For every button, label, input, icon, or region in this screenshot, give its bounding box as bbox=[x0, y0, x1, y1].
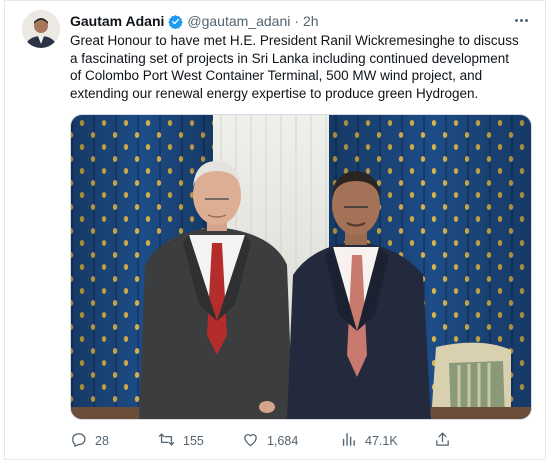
tweet-text-line: of Colombo Port West Container Terminal,… bbox=[70, 68, 483, 83]
tweet-text: Great Honour to have met H.E. President … bbox=[70, 32, 540, 102]
retweet-count: 155 bbox=[183, 434, 204, 448]
author-handle[interactable]: @gautam_adani bbox=[187, 12, 290, 30]
share-button[interactable] bbox=[434, 431, 451, 451]
share-icon bbox=[434, 431, 451, 451]
reply-button[interactable]: 28 bbox=[70, 431, 109, 451]
tweet-photo[interactable] bbox=[70, 114, 532, 420]
avatar[interactable] bbox=[22, 10, 60, 48]
timestamp[interactable]: 2h bbox=[303, 12, 319, 30]
like-count: 1,684 bbox=[267, 434, 299, 448]
tweet-actions: 28 155 1,684 47.1K bbox=[70, 431, 530, 451]
author-name[interactable]: Gautam Adani bbox=[70, 12, 164, 30]
tweet-card[interactable]: Gautam Adani @gautam_adani · 2h Great Ho… bbox=[4, 0, 546, 460]
reply-count: 28 bbox=[95, 434, 109, 448]
reply-icon bbox=[70, 431, 87, 451]
separator-dot: · bbox=[294, 13, 300, 29]
more-horizontal-icon[interactable] bbox=[511, 11, 531, 29]
retweet-icon bbox=[158, 431, 175, 451]
tweet-text-line: extending our renewal energy expertise t… bbox=[70, 85, 479, 101]
views-button[interactable]: 47.1K bbox=[340, 431, 398, 451]
tweet-header: Gautam Adani @gautam_adani · 2h bbox=[70, 12, 319, 30]
tweet-text-line: a fascinating set of projects in Sri Lan… bbox=[70, 50, 510, 66]
views-count: 47.1K bbox=[365, 434, 398, 448]
views-chart-icon bbox=[340, 431, 357, 451]
heart-icon bbox=[242, 431, 259, 451]
verified-badge-icon bbox=[168, 14, 184, 29]
like-button[interactable]: 1,684 bbox=[242, 431, 298, 451]
tweet-text-line: Great Honour to have met H.E. President … bbox=[70, 33, 519, 48]
retweet-button[interactable]: 155 bbox=[158, 431, 204, 451]
